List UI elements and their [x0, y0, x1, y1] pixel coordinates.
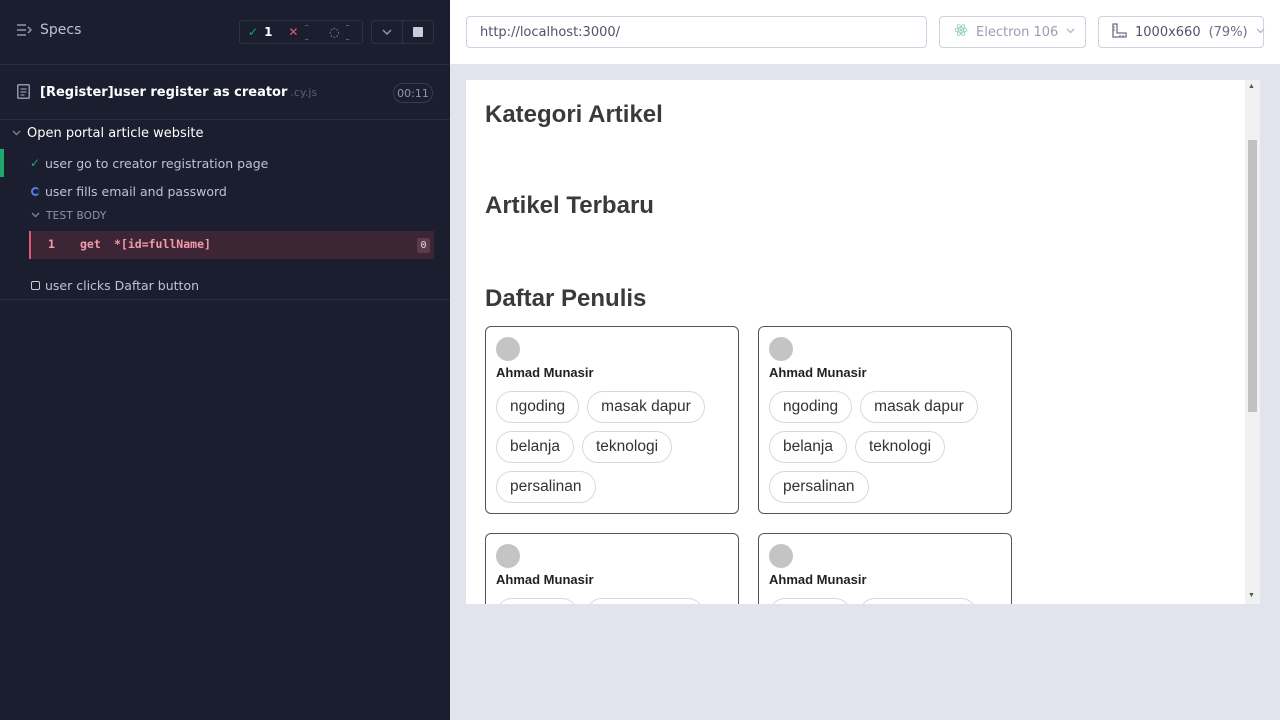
test-body-label: TEST BODY: [46, 210, 107, 222]
specs-list-icon: [16, 24, 32, 36]
author-card[interactable]: Ahmad Munasir: [758, 533, 1012, 604]
avatar: [769, 544, 793, 568]
author-name: Ahmad Munasir: [769, 572, 867, 587]
divider: [0, 299, 450, 300]
suite-title-row[interactable]: Open portal article website: [12, 126, 203, 141]
tag-list: [769, 598, 999, 604]
spec-name: [Register]user register as creator .cy.js: [40, 85, 317, 100]
tag-chip[interactable]: [859, 598, 977, 604]
spec-extension: .cy.js: [290, 86, 318, 99]
stat-failed: ✕ --: [280, 18, 321, 46]
test-body-header[interactable]: TEST BODY: [31, 210, 106, 222]
browser-name: Electron 106: [976, 24, 1059, 40]
check-icon: ✓: [29, 156, 41, 170]
author-name: Ahmad Munasir: [496, 365, 594, 380]
suite-title: Open portal article website: [27, 126, 204, 141]
tag-chip[interactable]: [496, 598, 578, 604]
tag-chip[interactable]: ngoding: [496, 391, 580, 423]
tag-chip[interactable]: ngoding: [769, 391, 853, 423]
spec-file-row[interactable]: [Register]user register as creator .cy.js…: [0, 64, 450, 120]
avatar: [496, 544, 520, 568]
chevron-down-icon: [1066, 27, 1075, 37]
run-controls: [371, 20, 434, 44]
chevron-down-icon: [31, 211, 40, 221]
tag-chip[interactable]: teknologi: [582, 431, 673, 463]
author-card[interactable]: Ahmad Munasir: [485, 533, 739, 604]
tag-chip[interactable]: masak dapur: [587, 391, 705, 423]
author-name: Ahmad Munasir: [496, 572, 594, 587]
tag-list: ngoding masak dapur belanja teknologi pe…: [769, 391, 999, 503]
avatar: [496, 337, 520, 361]
heading-daftar-penulis: Daftar Penulis: [485, 285, 647, 312]
tag-chip[interactable]: belanja: [496, 431, 574, 463]
aut-header: http://localhost:3000/ Electron 106 1000…: [450, 0, 1280, 64]
stop-button[interactable]: [402, 21, 433, 43]
tag-chip[interactable]: [586, 598, 704, 604]
command-name: get: [80, 237, 101, 251]
tag-chip[interactable]: [769, 598, 851, 604]
test-title: user clicks Daftar button: [45, 277, 200, 293]
failed-count: --: [304, 18, 309, 46]
tag-chip[interactable]: belanja: [769, 431, 847, 463]
viewport-scale: (79%): [1208, 24, 1248, 40]
pass-indicator: [0, 149, 4, 177]
tag-chip[interactable]: persalinan: [769, 471, 869, 503]
stat-passed: ✓ 1: [240, 21, 280, 43]
url-bar[interactable]: http://localhost:3000/: [466, 16, 927, 48]
author-name: Ahmad Munasir: [769, 365, 867, 380]
chevron-down-icon: [1256, 27, 1265, 37]
tag-chip[interactable]: teknologi: [855, 431, 946, 463]
command-selector: *[id=fullName]: [114, 237, 211, 251]
scroll-up-icon[interactable]: ▲: [1248, 83, 1255, 90]
scrollbar[interactable]: ▲ ▼: [1245, 80, 1260, 604]
heading-artikel-terbaru: Artikel Terbaru: [485, 192, 654, 219]
spec-duration: 00:11: [393, 83, 433, 103]
command-number: 1: [48, 237, 55, 251]
specs-label: Specs: [40, 22, 82, 38]
scrollbar-thumb[interactable]: [1248, 140, 1257, 412]
browser-selector[interactable]: Electron 106: [939, 16, 1086, 48]
viewport-info[interactable]: 1000x660 (79%): [1098, 16, 1265, 48]
reporter-panel: Specs ✓ 1 ✕ -- ◌ -- [Register]user regis…: [0, 0, 450, 720]
tag-chip[interactable]: masak dapur: [860, 391, 978, 423]
electron-icon: [954, 23, 968, 41]
command-row[interactable]: 1 get *[id=fullName] 0: [29, 231, 434, 259]
heading-kategori-artikel: Kategori Artikel: [485, 101, 663, 128]
stat-pending: ◌ --: [321, 18, 362, 46]
ruler-icon: [1112, 22, 1127, 42]
test-title: user go to creator registration page: [45, 155, 269, 171]
command-element-count: 0: [417, 238, 430, 253]
test-item-running[interactable]: user fills email and password: [0, 177, 450, 205]
square-icon: [29, 278, 41, 293]
specs-toggle-button[interactable]: Specs: [16, 22, 81, 38]
author-card[interactable]: Ahmad Munasir ngoding masak dapur belanj…: [758, 326, 1012, 514]
document-icon: [17, 84, 30, 103]
pending-count: --: [345, 18, 350, 46]
chevron-down-icon: [382, 27, 392, 38]
spinner-icon: [29, 184, 41, 199]
scroll-down-icon[interactable]: ▼: [1248, 592, 1255, 599]
test-item-passed[interactable]: ✓ user go to creator registration page: [0, 149, 450, 177]
chevron-down-icon: [12, 129, 21, 139]
test-stats: ✓ 1 ✕ -- ◌ --: [239, 18, 363, 46]
avatar: [769, 337, 793, 361]
test-item-pending[interactable]: user clicks Daftar button: [0, 271, 450, 299]
tag-chip[interactable]: persalinan: [496, 471, 596, 503]
x-icon: ✕: [288, 25, 299, 39]
reporter-header: Specs ✓ 1 ✕ -- ◌ --: [0, 0, 450, 64]
author-card[interactable]: Ahmad Munasir ngoding masak dapur belanj…: [485, 326, 739, 514]
passed-count: 1: [264, 25, 273, 39]
check-icon: ✓: [248, 25, 259, 39]
tag-list: ngoding masak dapur belanja teknologi pe…: [496, 391, 726, 503]
spec-title: [Register]user register as creator: [40, 85, 288, 100]
circle-notch-icon: ◌: [329, 25, 340, 39]
aut-panel: http://localhost:3000/ Electron 106 1000…: [450, 0, 1280, 720]
app-iframe: Kategori Artikel Artikel Terbaru Daftar …: [466, 80, 1260, 604]
collapse-all-button[interactable]: [372, 21, 402, 43]
viewport-size: 1000x660: [1135, 24, 1201, 40]
stop-icon: [413, 27, 424, 37]
tag-list: [496, 598, 726, 604]
test-title: user fills email and password: [45, 183, 227, 199]
